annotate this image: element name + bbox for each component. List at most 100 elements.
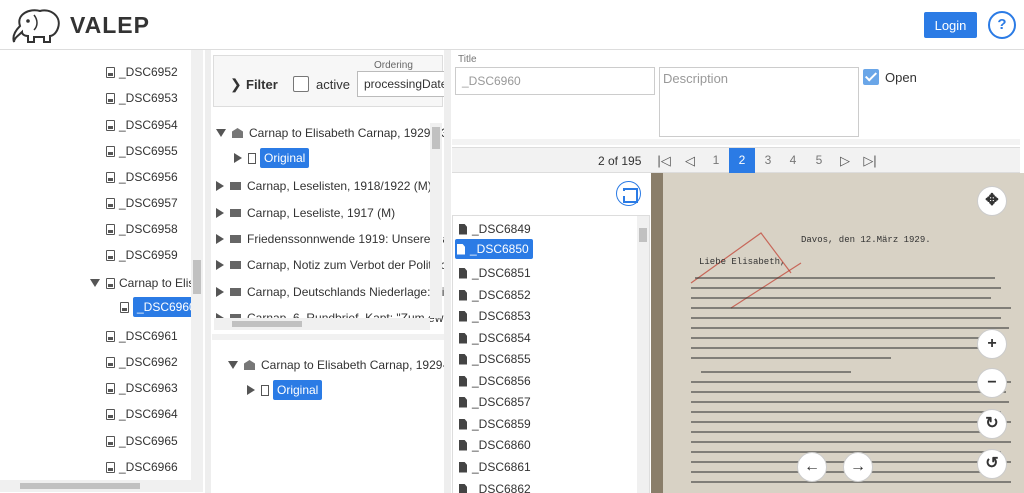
panel-resize-handle[interactable] xyxy=(205,50,211,493)
file-icon xyxy=(106,408,115,420)
left-tree-scrollbar[interactable] xyxy=(191,50,203,480)
fullscreen-icon[interactable] xyxy=(616,181,641,206)
tree-item[interactable]: _DSC6954 xyxy=(106,118,178,132)
next-image-icon[interactable]: → xyxy=(843,452,873,482)
record-item[interactable]: Carnap, Notiz zum Verbot der Politischen… xyxy=(216,258,444,272)
panel-resize-handle[interactable] xyxy=(212,334,444,340)
tree-item[interactable]: _DSC6958 xyxy=(106,222,178,236)
tree-item[interactable]: _DSC6952 xyxy=(106,65,178,79)
ordering-select[interactable]: processingDate xyxy=(357,71,447,97)
scroll-thumb[interactable] xyxy=(20,483,140,489)
tree-item[interactable]: _DSC6964 xyxy=(106,407,178,421)
panel-resize-handle[interactable] xyxy=(444,50,451,493)
first-page-icon[interactable]: |◁ xyxy=(654,148,674,173)
tree-item[interactable]: _DSC6956 xyxy=(106,170,178,184)
left-tree-hscrollbar[interactable] xyxy=(0,480,203,492)
expand-icon[interactable] xyxy=(216,287,224,297)
tree-item[interactable]: _DSC6963 xyxy=(106,381,178,395)
zoom-in-icon[interactable]: + xyxy=(977,329,1007,359)
list-item[interactable]: _DSC6853 xyxy=(459,309,531,323)
record-list-scrollbar[interactable] xyxy=(430,123,442,318)
file-icon xyxy=(106,356,115,368)
tree-item[interactable]: _DSC6959 xyxy=(106,248,178,262)
list-item[interactable]: _DSC6859 xyxy=(459,417,531,431)
move-icon[interactable]: ✥ xyxy=(977,186,1007,216)
tree-item[interactable]: _DSC6955 xyxy=(106,144,178,158)
record-child-original[interactable]: Original xyxy=(247,380,323,400)
panel-resize-handle[interactable] xyxy=(452,139,1020,145)
last-page-icon[interactable]: ▷| xyxy=(860,148,880,173)
file-icon xyxy=(106,223,115,235)
tree-item[interactable]: _DSC6957 xyxy=(106,196,178,210)
scroll-thumb[interactable] xyxy=(639,228,647,242)
expand-icon[interactable] xyxy=(216,260,224,270)
list-item[interactable]: _DSC6855 xyxy=(459,352,531,366)
ordering-label: Ordering xyxy=(374,60,413,71)
list-item[interactable]: _DSC6849 xyxy=(459,222,531,236)
page-button[interactable]: 3 xyxy=(755,148,781,173)
tree-item[interactable]: _DSC6953 xyxy=(106,91,178,105)
help-button[interactable]: ? xyxy=(988,11,1016,39)
file-icon xyxy=(106,461,115,473)
file-icon xyxy=(106,435,115,447)
tree-item[interactable]: _DSC6966 xyxy=(106,460,178,474)
login-button[interactable]: Login xyxy=(924,12,977,38)
record-child-original[interactable]: Original xyxy=(234,148,310,168)
record-item-expanded[interactable]: Carnap to Elisabeth Carnap, 1929-03-12 xyxy=(228,358,444,372)
record-item-expanded[interactable]: Carnap to Elisabeth Carnap, 1929-03-12 xyxy=(216,126,444,140)
record-list-hscrollbar[interactable] xyxy=(214,318,430,330)
list-item[interactable]: _DSC6856 xyxy=(459,374,531,388)
prev-page-icon[interactable]: ◁ xyxy=(680,148,700,173)
expand-icon[interactable] xyxy=(234,153,242,163)
scroll-thumb[interactable] xyxy=(193,260,201,294)
chevron-right-icon[interactable]: ❯ xyxy=(230,76,242,93)
file-list-scrollbar[interactable] xyxy=(637,216,649,493)
expand-icon[interactable] xyxy=(216,208,224,218)
expand-icon[interactable] xyxy=(216,234,224,244)
list-item[interactable]: _DSC6851 xyxy=(459,266,531,280)
app-logo[interactable]: VALEP xyxy=(12,6,150,44)
tree-group[interactable]: Carnap to Elis xyxy=(90,276,194,290)
record-item[interactable]: Carnap, Deutschlands Niederlage: Sinnlos… xyxy=(216,285,444,299)
collapse-icon[interactable] xyxy=(228,361,238,369)
page-button[interactable]: 1 xyxy=(703,148,729,173)
tree-item[interactable]: _DSC6965 xyxy=(106,434,178,448)
list-item[interactable]: _DSC6852 xyxy=(459,288,531,302)
active-checkbox[interactable] xyxy=(293,76,309,92)
rotate-left-icon[interactable]: ↺ xyxy=(977,449,1007,479)
file-icon xyxy=(459,267,467,279)
rotate-right-icon[interactable]: ↻ xyxy=(977,409,1007,439)
page-button[interactable]: 5 xyxy=(806,148,832,173)
list-item[interactable]: _DSC6854 xyxy=(459,331,531,345)
collapse-icon[interactable] xyxy=(90,279,100,287)
tree-item[interactable]: _DSC6961 xyxy=(106,329,178,343)
record-item[interactable]: Carnap, Leselisten, 1918/1922 (M) xyxy=(216,179,432,193)
scanned-letter-image xyxy=(651,173,1024,493)
list-item[interactable]: _DSC6862 xyxy=(459,482,531,493)
expand-icon[interactable] xyxy=(247,385,255,395)
prev-image-icon[interactable]: ← xyxy=(797,452,827,482)
scroll-thumb[interactable] xyxy=(432,127,440,149)
file-icon xyxy=(459,461,467,473)
zoom-out-icon[interactable]: − xyxy=(977,368,1007,398)
list-item[interactable]: _DSC6861 xyxy=(459,460,531,474)
filter-toggle[interactable]: Filter xyxy=(246,77,278,92)
list-item-selected[interactable]: _DSC6850 xyxy=(455,239,533,259)
expand-icon[interactable] xyxy=(216,181,224,191)
list-item[interactable]: _DSC6857 xyxy=(459,395,531,409)
page-button[interactable]: 4 xyxy=(780,148,806,173)
open-checkbox[interactable] xyxy=(863,69,879,85)
list-item[interactable]: _DSC6860 xyxy=(459,438,531,452)
collapse-icon[interactable] xyxy=(216,129,226,137)
record-item[interactable]: Carnap, Leseliste, 1917 (M) xyxy=(216,206,395,220)
tree-item[interactable]: _DSC6962 xyxy=(106,355,178,369)
next-page-icon[interactable]: ▷ xyxy=(835,148,855,173)
tree-item-selected[interactable]: _DSC6960 xyxy=(120,297,200,317)
title-field[interactable]: _DSC6960 xyxy=(455,67,655,95)
record-item[interactable]: Friedenssonnwende 1919: Unsere Haltung xyxy=(216,232,444,246)
file-icon xyxy=(120,301,129,313)
document-image-viewer[interactable]: Davos, den 12.März 1929. Liebe Elisabeth… xyxy=(651,173,1024,493)
description-field[interactable]: Description xyxy=(659,67,859,137)
scroll-thumb[interactable] xyxy=(232,321,302,327)
page-button-current[interactable]: 2 xyxy=(729,148,755,173)
